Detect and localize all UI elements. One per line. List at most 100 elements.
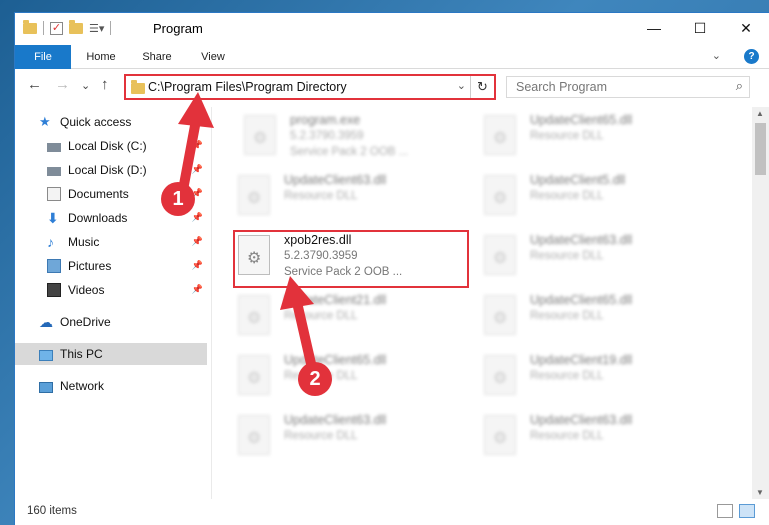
refresh-button[interactable]: ↻ (470, 76, 494, 98)
search-icon[interactable]: ⌕ (736, 78, 743, 94)
toolbar-divider (110, 21, 112, 35)
file-item[interactable]: UpdateClient63.dll Resource DLL (238, 409, 468, 465)
pin-icon: 📌 (191, 212, 203, 222)
file-version: Resource DLL (284, 190, 358, 202)
file-item[interactable]: program.exe 5.2.3790.3959 Service Pack 2… (244, 109, 474, 165)
new-folder-icon[interactable] (69, 19, 83, 34)
sidebar-item-label: Local Disk (D:) (68, 163, 147, 177)
step-2-badge: 2 (298, 362, 332, 396)
file-item[interactable]: UpdateClient65.dll Resource DLL (484, 109, 714, 165)
sidebar-item-onedrive[interactable]: ☁ OneDrive (39, 311, 207, 333)
sidebar-item-network[interactable]: Network (39, 375, 207, 397)
view-switcher (717, 504, 755, 518)
title-bar: ✓ ☰▾ Program — ☐ ✕ (15, 13, 769, 45)
file-item[interactable]: UpdateClient5.dll Resource DLL (484, 169, 714, 225)
sidebar-item-label: Videos (68, 283, 105, 297)
minimize-button[interactable]: — (631, 13, 677, 43)
close-button[interactable]: ✕ (723, 13, 769, 43)
search-placeholder: Search Program (516, 80, 608, 94)
file-icon (238, 415, 270, 455)
sidebar-item-label: Network (60, 379, 105, 393)
file-name: UpdateClient19.dll (530, 353, 633, 367)
file-item[interactable]: UpdateClient19.dll Resource DLL (484, 349, 714, 405)
pin-icon: 📌 (191, 284, 203, 294)
window-controls: — ☐ ✕ (631, 13, 769, 43)
file-item[interactable]: UpdateClient21.dll Resource DLL (238, 289, 468, 345)
quick-access-toolbar: ✓ ☰▾ (23, 19, 112, 35)
step-1-badge: 1 (161, 182, 195, 216)
recent-locations-button[interactable]: ⌄ (81, 79, 90, 92)
file-version: Resource DLL (530, 370, 604, 382)
navigation-pane: ★ Quick access Local Disk (C:) 📌 Local D… (15, 107, 211, 499)
tab-share[interactable]: Share (133, 45, 181, 69)
drive-icon (47, 143, 61, 152)
maximize-button[interactable]: ☐ (677, 13, 723, 43)
file-item[interactable]: UpdateClient65.dll Resource DLL (238, 349, 468, 405)
sidebar-item-pictures[interactable]: Pictures 📌 (47, 255, 207, 277)
sidebar-item-this-pc[interactable]: This PC (15, 343, 207, 365)
file-item[interactable]: UpdateClient63.dll Resource DLL (484, 409, 714, 465)
sidebar-item-music[interactable]: ♪ Music 📌 (47, 231, 207, 253)
sidebar-item-label: OneDrive (60, 315, 111, 329)
file-list: program.exe 5.2.3790.3959 Service Pack 2… (212, 107, 745, 499)
sidebar-item-label: Documents (68, 187, 129, 201)
music-icon: ♪ (47, 234, 54, 250)
file-icon (238, 295, 270, 335)
file-name: UpdateClient21.dll (284, 293, 387, 307)
chevron-down-icon[interactable]: ⌄ (457, 79, 466, 92)
scroll-down-icon[interactable]: ▼ (756, 488, 764, 497)
download-icon: ⬇ (47, 210, 59, 226)
forward-button[interactable]: → (55, 76, 70, 93)
help-icon[interactable]: ? (744, 49, 759, 64)
file-name: UpdateClient63.dll (530, 233, 633, 247)
file-icon (484, 415, 516, 455)
tab-view[interactable]: View (189, 45, 237, 69)
tab-home[interactable]: Home (77, 45, 125, 69)
file-item[interactable]: UpdateClient63.dll Resource DLL (484, 229, 714, 285)
sidebar-item-label: Pictures (68, 259, 112, 273)
scroll-up-icon[interactable]: ▲ (756, 109, 764, 118)
sidebar-item-videos[interactable]: Videos 📌 (47, 279, 207, 301)
expand-ribbon-icon[interactable]: ⌄ (712, 49, 721, 62)
sidebar-item-quick-access[interactable]: ★ Quick access (39, 111, 207, 133)
back-button[interactable]: ← (27, 76, 42, 93)
scroll-thumb[interactable] (755, 123, 766, 175)
vertical-scrollbar[interactable]: ▲ ▼ (752, 107, 769, 499)
search-input[interactable]: Search Program ⌕ (506, 76, 750, 98)
file-icon (484, 115, 516, 155)
customize-toolbar-icon[interactable]: ☰▾ (89, 22, 104, 35)
window-title: Program (153, 21, 203, 36)
up-button[interactable]: ↑ (101, 76, 109, 93)
file-icon (244, 115, 276, 155)
computer-icon (39, 349, 53, 361)
sidebar-item-label: This PC (60, 347, 103, 361)
address-bar[interactable]: C:\Program Files\Program Directory ⌄ ↻ (124, 74, 496, 100)
star-icon: ★ (39, 114, 51, 129)
file-name: UpdateClient5.dll (530, 173, 626, 187)
sidebar-item-local-disk-d[interactable]: Local Disk (D:) 📌 (47, 159, 207, 181)
file-version: Resource DLL (530, 130, 604, 142)
file-item[interactable]: UpdateClient65.dll Resource DLL (484, 289, 714, 345)
file-icon (238, 175, 270, 215)
status-bar: 160 items (15, 499, 769, 525)
pin-icon: 📌 (191, 140, 203, 150)
address-path[interactable]: C:\Program Files\Program Directory (148, 80, 347, 94)
file-name: UpdateClient63.dll (530, 413, 633, 427)
toolbar-divider (43, 21, 44, 35)
details-view-icon[interactable] (717, 504, 733, 518)
properties-icon[interactable]: ✓ (50, 21, 63, 35)
file-name: program.exe (290, 113, 361, 127)
tab-file[interactable]: File (15, 45, 71, 69)
pictures-icon (47, 259, 61, 273)
pin-icon: 📌 (191, 236, 203, 246)
file-description: Service Pack 2 OOB ... (290, 146, 409, 158)
sidebar-item-label: Quick access (60, 115, 132, 129)
sidebar-item-label: Local Disk (C:) (68, 139, 147, 153)
file-name: UpdateClient63.dll (284, 173, 387, 187)
file-version: 5.2.3790.3959 (290, 130, 364, 142)
file-item[interactable]: UpdateClient63.dll Resource DLL (238, 169, 468, 225)
sidebar-item-label: Downloads (68, 211, 128, 225)
file-icon (484, 235, 516, 275)
sidebar-item-local-disk-c[interactable]: Local Disk (C:) 📌 (47, 135, 207, 157)
tiles-view-icon[interactable] (739, 504, 755, 518)
